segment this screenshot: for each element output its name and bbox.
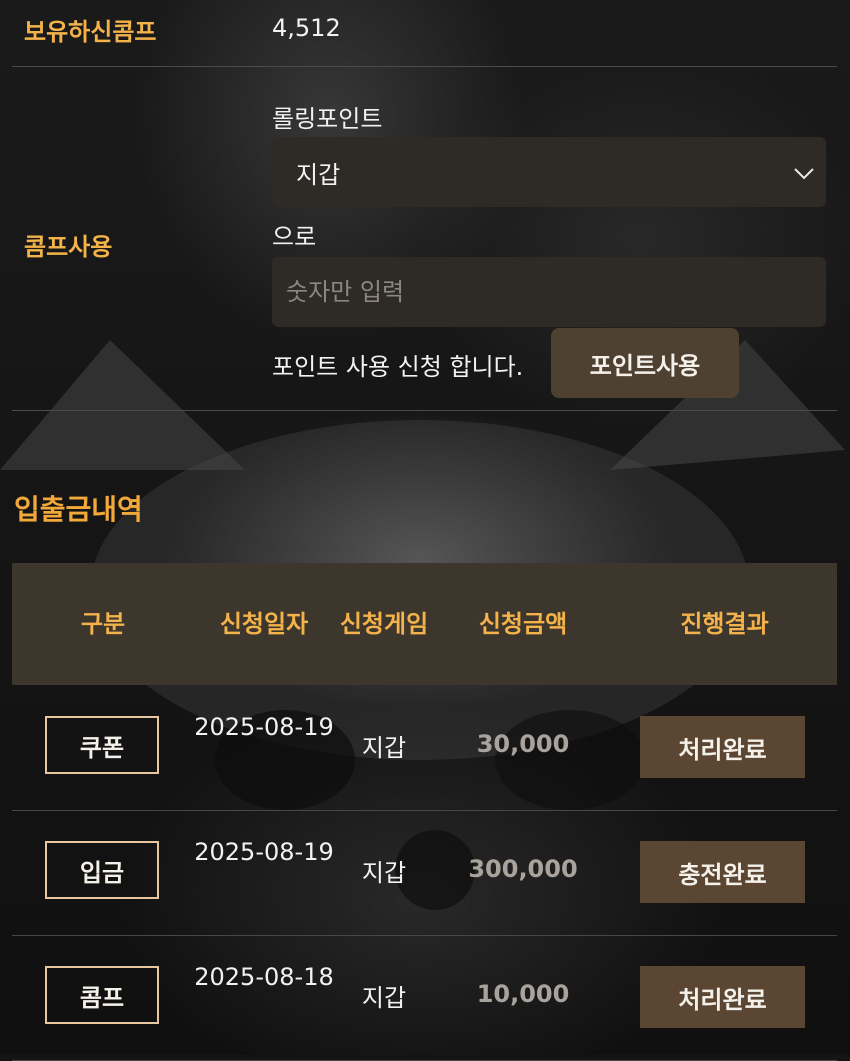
column-header-type: 구분 xyxy=(80,610,126,638)
column-header-result: 진행결과 xyxy=(680,610,769,638)
history-table-header: 구분 신청일자 신청게임 신청금액 진행결과 xyxy=(12,563,837,685)
column-header-date: 신청일자 xyxy=(219,610,309,638)
amount-cell: 300,000 xyxy=(468,855,578,883)
date-cell: 2025-08-19 xyxy=(194,838,334,866)
column-header-amount: 신청금액 xyxy=(478,610,568,638)
table-row: 입금 2025-08-19 지갑 300,000 충전완료 xyxy=(12,811,837,936)
type-badge: 입금 xyxy=(45,841,159,899)
rolling-point-label: 롤링포인트 xyxy=(272,105,383,133)
game-cell: 지갑 xyxy=(361,984,407,1012)
chevron-down-icon xyxy=(794,168,814,180)
use-points-button[interactable]: 포인트사용 xyxy=(551,328,739,398)
held-comp-label: 보유하신콤프 xyxy=(24,18,157,46)
amount-cell: 30,000 xyxy=(476,730,570,758)
wallet-select[interactable]: 지갑 xyxy=(272,137,826,207)
held-comp-value: 4,512 xyxy=(272,14,341,42)
status-badge: 처리완료 xyxy=(640,966,805,1028)
table-row: 콤프 2025-08-18 지갑 10,000 처리완료 xyxy=(12,936,837,1061)
comp-use-row: 콤프사용 롤링포인트 지갑 으로 포인트 사용 신청 합니다. 포인트사용 xyxy=(12,67,837,411)
status-badge: 충전완료 xyxy=(640,841,805,903)
comp-use-label: 콤프사용 xyxy=(24,233,113,261)
to-label: 으로 xyxy=(272,223,317,251)
wallet-select-value: 지갑 xyxy=(296,160,341,189)
amount-cell: 10,000 xyxy=(476,980,570,1008)
type-badge: 쿠폰 xyxy=(45,716,159,774)
game-cell: 지갑 xyxy=(361,859,407,887)
amount-input[interactable] xyxy=(272,257,826,327)
type-badge: 콤프 xyxy=(45,966,159,1024)
table-row: 쿠폰 2025-08-19 지갑 30,000 처리완료 xyxy=(12,686,837,811)
status-badge: 처리완료 xyxy=(640,716,805,778)
date-cell: 2025-08-19 xyxy=(194,713,334,741)
game-cell: 지갑 xyxy=(361,734,407,762)
date-cell: 2025-08-18 xyxy=(194,963,334,991)
apply-text: 포인트 사용 신청 합니다. xyxy=(272,353,524,381)
held-comp-row: 보유하신콤프 4,512 xyxy=(12,0,837,67)
column-header-game: 신청게임 xyxy=(339,610,429,638)
history-title: 입출금내역 xyxy=(14,493,143,526)
